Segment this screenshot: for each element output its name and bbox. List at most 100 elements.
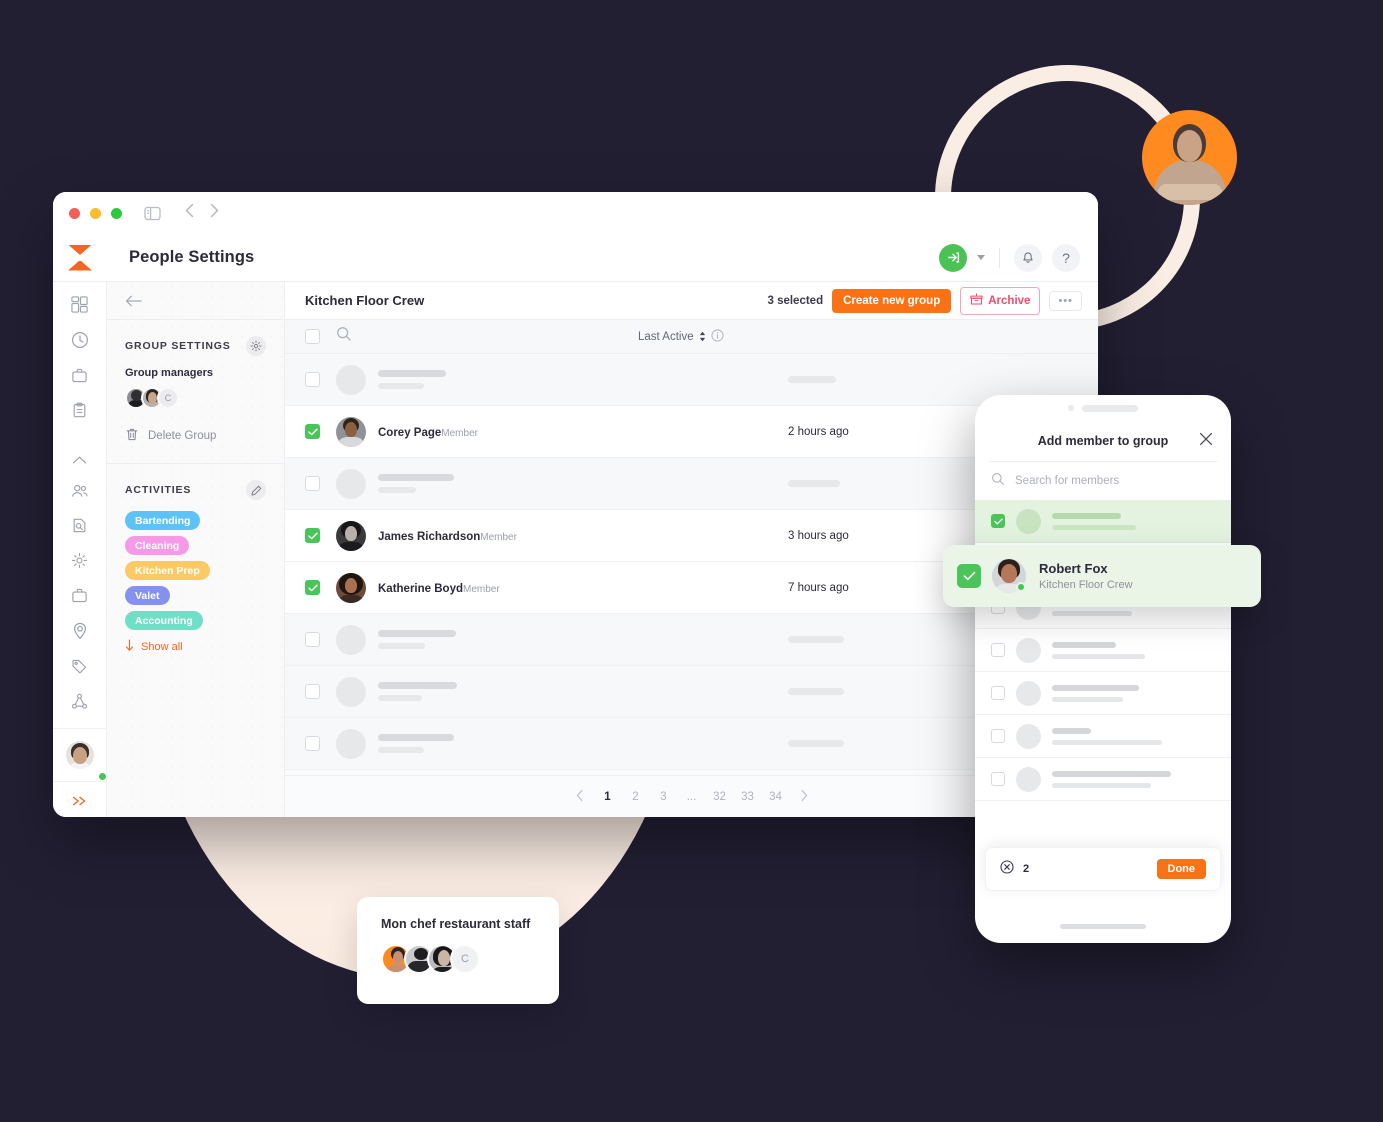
activity-tag[interactable]: Kitchen Prep: [125, 561, 210, 581]
show-all-activities-button[interactable]: Show all: [125, 639, 266, 655]
row-checkbox[interactable]: [305, 372, 320, 387]
panel-icon[interactable]: [144, 206, 161, 221]
done-button[interactable]: Done: [1156, 859, 1206, 879]
member-checkbox[interactable]: [991, 772, 1005, 786]
pagination-page[interactable]: 3: [650, 791, 678, 803]
robert-fox-member-card[interactable]: Robert Fox Kitchen Floor Crew: [943, 545, 1261, 607]
member-name: Robert Fox: [1039, 561, 1108, 576]
online-status-dot: [1016, 582, 1026, 592]
row-checkbox[interactable]: [305, 632, 320, 647]
clear-selection-button[interactable]: 2: [1000, 859, 1029, 879]
pagination-page[interactable]: 33: [734, 791, 762, 803]
maximize-traffic-light[interactable]: [111, 207, 122, 219]
activity-tag[interactable]: Accounting: [125, 611, 203, 631]
group-preview-card[interactable]: Mon chef restaurant staff C: [357, 897, 559, 1004]
create-new-group-button[interactable]: Create new group: [832, 288, 952, 313]
home-indicator: [1060, 924, 1146, 929]
dashboard-icon[interactable]: [69, 296, 91, 313]
table-row[interactable]: [285, 354, 1098, 406]
clock-icon[interactable]: [69, 331, 91, 349]
app-logo[interactable]: [53, 234, 107, 281]
close-traffic-light[interactable]: [69, 207, 80, 219]
pagination-page[interactable]: 34: [762, 791, 790, 803]
nav-back-icon[interactable]: [185, 203, 194, 223]
pagination-prev[interactable]: [566, 789, 594, 805]
member-group: Kitchen Floor Crew: [1039, 579, 1133, 591]
group-managers-avatars[interactable]: C: [125, 387, 266, 409]
close-icon[interactable]: [1199, 432, 1213, 450]
document-search-icon[interactable]: [69, 517, 91, 534]
member-checkbox[interactable]: [991, 729, 1005, 743]
row-checkbox[interactable]: [305, 684, 320, 699]
rail-user-avatar[interactable]: [53, 728, 107, 781]
name-placeholder: [1052, 770, 1171, 788]
activity-tag[interactable]: Valet: [125, 586, 170, 606]
pencil-icon[interactable]: [246, 480, 266, 500]
chevron-down-icon[interactable]: [977, 255, 985, 260]
double-chevron-right-icon[interactable]: [53, 781, 106, 817]
location-pin-icon[interactable]: [69, 622, 91, 640]
clipboard-icon[interactable]: [69, 402, 91, 419]
row-checkbox[interactable]: [305, 528, 320, 543]
phone-notch: [975, 395, 1231, 421]
bell-icon[interactable]: [1014, 243, 1042, 272]
archive-button[interactable]: Archive: [960, 286, 1041, 315]
header-divider: [999, 247, 1000, 268]
briefcase-icon-2[interactable]: [69, 587, 91, 604]
icon-rail: [53, 282, 107, 817]
nav-forward-icon[interactable]: [210, 203, 219, 223]
member-checkbox[interactable]: [991, 643, 1005, 657]
table-toolbar: Kitchen Floor Crew 3 selected Create new…: [285, 282, 1098, 320]
archive-label: Archive: [988, 294, 1031, 307]
pagination-page[interactable]: 2: [622, 791, 650, 803]
avatar-placeholder: [336, 728, 366, 759]
pagination-page[interactable]: ...: [678, 791, 706, 803]
tag-icon[interactable]: [69, 658, 91, 675]
name-placeholder: [1052, 512, 1136, 530]
clear-circle-icon: [1000, 859, 1014, 879]
gear-icon[interactable]: [246, 336, 266, 356]
desktop-window: People Settings ? GROUP SETTINGS Group m…: [53, 192, 1098, 817]
name-placeholder: [378, 630, 456, 649]
activity-tag[interactable]: Bartending: [125, 511, 201, 531]
login-arrow-icon[interactable]: [939, 243, 967, 272]
row-checkbox[interactable]: [305, 736, 320, 751]
pagination-page[interactable]: 32: [706, 791, 734, 803]
chevron-up-icon[interactable]: [69, 455, 91, 465]
app-header: People Settings ?: [53, 234, 1098, 282]
minimize-traffic-light[interactable]: [90, 207, 101, 219]
settings-node-icon[interactable]: [69, 552, 91, 569]
sort-arrows-icon[interactable]: [699, 331, 706, 342]
row-checkbox[interactable]: [305, 580, 320, 595]
notch-camera-dot: [1068, 405, 1074, 411]
help-icon[interactable]: ?: [1052, 243, 1080, 272]
member-checkbox[interactable]: [991, 686, 1005, 700]
activity-tag[interactable]: Cleaning: [125, 536, 190, 556]
people-icon[interactable]: [69, 483, 91, 499]
row-checkbox[interactable]: [305, 476, 320, 491]
briefcase-icon[interactable]: [69, 367, 91, 384]
list-item[interactable]: [975, 672, 1231, 715]
list-item[interactable]: [975, 500, 1231, 543]
list-item[interactable]: [975, 715, 1231, 758]
member-avatar: [336, 416, 366, 447]
org-chart-icon[interactable]: [69, 693, 91, 710]
info-icon[interactable]: [711, 328, 724, 345]
search-icon[interactable]: [336, 326, 352, 347]
more-options-button[interactable]: •••: [1049, 290, 1082, 311]
list-item[interactable]: [975, 758, 1231, 801]
select-all-checkbox[interactable]: [305, 329, 320, 344]
member-selected-checkbox[interactable]: [957, 564, 981, 588]
back-button[interactable]: [107, 282, 284, 320]
list-item[interactable]: [975, 629, 1231, 672]
screenshot-stage: People Settings ? GROUP SETTINGS Group m…: [0, 0, 1383, 1122]
pagination-page[interactable]: 1: [594, 791, 622, 803]
member-search-input[interactable]: Search for members: [975, 462, 1231, 500]
avatar-placeholder: [1016, 680, 1041, 706]
group-settings-panel: GROUP SETTINGS Group managers C Delete G…: [107, 282, 285, 817]
pagination-next[interactable]: [790, 789, 818, 805]
delete-group-button[interactable]: Delete Group: [125, 427, 266, 445]
row-checkbox[interactable]: [305, 424, 320, 439]
member-checkbox[interactable]: [991, 514, 1005, 528]
column-header-last-active[interactable]: Last Active: [638, 328, 724, 345]
